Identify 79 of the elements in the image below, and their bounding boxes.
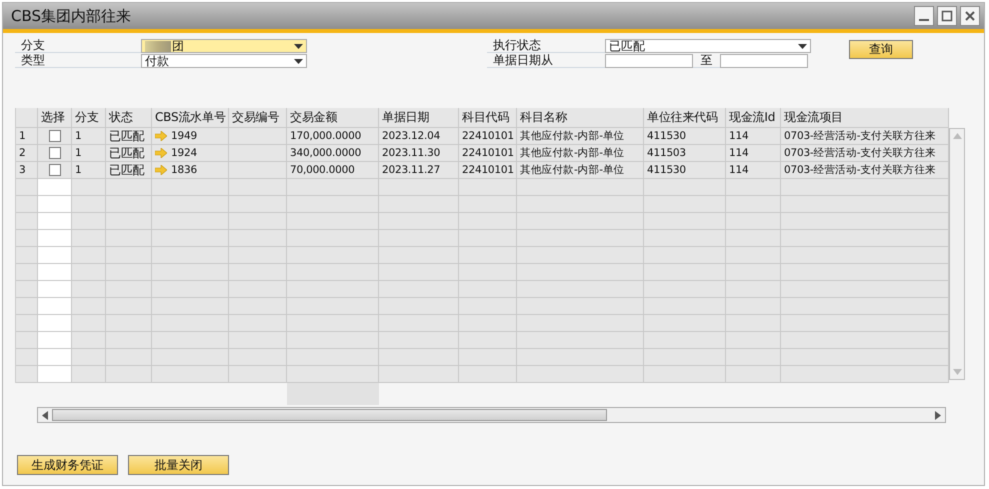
table-cell: 1 [72, 162, 106, 179]
table-cell: 411503 [644, 145, 726, 162]
table-cell: 22410101 [459, 145, 517, 162]
table-cell: 70,000.0000 [287, 162, 379, 179]
column-header[interactable]: 科目名称 [517, 108, 644, 128]
column-header[interactable]: 单据日期 [379, 108, 459, 128]
table-cell: 170,000.0000 [287, 128, 379, 145]
scroll-down-icon[interactable] [952, 369, 962, 375]
table-cell: 2023.11.27 [379, 162, 459, 179]
minimize-button[interactable] [914, 6, 934, 26]
table-cell: 已匹配 [106, 128, 152, 145]
horizontal-scrollbar[interactable] [37, 407, 946, 423]
type-dropdown[interactable]: 付款 [141, 54, 307, 68]
caret-icon [798, 44, 807, 48]
table-cell: 114 [726, 145, 781, 162]
table-cell: 其他应付款-内部-单位 [517, 128, 644, 145]
table-cell: 已匹配 [106, 145, 152, 162]
link-arrow-icon[interactable] [155, 148, 167, 158]
checkbox[interactable] [48, 130, 60, 142]
table-cell: 2023.12.04 [379, 128, 459, 145]
scroll-up-icon[interactable] [952, 133, 962, 139]
maximize-button[interactable] [937, 6, 957, 26]
date-to-field[interactable] [720, 54, 808, 68]
table-cell: 411530 [644, 128, 726, 145]
table-cell: 411530 [644, 162, 726, 179]
field-label: 分支 [15, 39, 141, 53]
row-number: 2 [16, 145, 38, 162]
column-header[interactable]: 状态 [106, 108, 152, 128]
table-cell: 其他应付款-内部-单位 [517, 162, 644, 179]
column-header[interactable]: 交易金额 [287, 108, 379, 128]
table-cell: 0703-经营活动-支付关联方往来 [781, 162, 949, 179]
action-button[interactable]: 生成财务凭证 [17, 455, 118, 475]
column-header[interactable]: 单位往来代码 [644, 108, 726, 128]
scroll-right-icon[interactable] [935, 410, 941, 420]
column-header[interactable]: 选择 [38, 108, 72, 128]
table-cell: 22410101 [459, 128, 517, 145]
scrollbar-thumb[interactable] [52, 409, 607, 421]
table-cell: 其他应付款-内部-单位 [517, 145, 644, 162]
redaction-mark [145, 40, 171, 52]
row-number: 1 [16, 128, 38, 145]
branch-dropdown[interactable]: 团 [141, 39, 307, 53]
minimize-icon [919, 19, 929, 21]
close-icon [964, 10, 976, 22]
link-arrow-icon[interactable] [155, 165, 167, 175]
row-number: 3 [16, 162, 38, 179]
caret-icon [294, 58, 303, 64]
action-button[interactable]: 批量关闭 [128, 455, 229, 475]
close-button[interactable] [960, 6, 980, 26]
query-button[interactable]: 查询 [849, 40, 913, 59]
status-dropdown[interactable]: 已匹配 [605, 39, 811, 53]
maximize-icon [941, 10, 953, 22]
table-cell: 114 [726, 128, 781, 145]
date-from-field[interactable] [605, 54, 693, 68]
table-cell: 340,000.0000 [287, 145, 379, 162]
window-title: CBS集团内部往来 [11, 6, 132, 26]
column-header[interactable]: 交易编号 [229, 108, 287, 128]
table-cell: 1 [72, 128, 106, 145]
scroll-left-icon[interactable] [42, 410, 48, 420]
caret-icon [294, 44, 303, 48]
table-cell: 1 [72, 145, 106, 162]
link-arrow-icon[interactable] [155, 131, 167, 141]
checkbox[interactable] [48, 147, 60, 159]
column-header[interactable]: 现金流Id [726, 108, 781, 128]
column-header[interactable]: 科目代码 [459, 108, 517, 128]
table-cell-text: 1924 [171, 146, 197, 161]
table-cell: 0703-经营活动-支付关联方往来 [781, 145, 949, 162]
column-header[interactable]: 现金流项目 [781, 108, 949, 128]
table-cell: 已匹配 [106, 162, 152, 179]
field-label: 类型 [15, 54, 141, 68]
vertical-scrollbar[interactable] [949, 128, 965, 380]
table-cell-text: 1836 [171, 163, 197, 178]
table-cell: 2023.11.30 [379, 145, 459, 162]
checkbox[interactable] [48, 164, 60, 176]
column-header[interactable]: 分支 [72, 108, 106, 128]
table-cell: 114 [726, 162, 781, 179]
table-cell: 22410101 [459, 162, 517, 179]
column-header[interactable]: CBS流水单号 [152, 108, 229, 128]
table-cell: 0703-经营活动-支付关联方往来 [781, 128, 949, 145]
table-cell-text: 1949 [171, 129, 197, 144]
